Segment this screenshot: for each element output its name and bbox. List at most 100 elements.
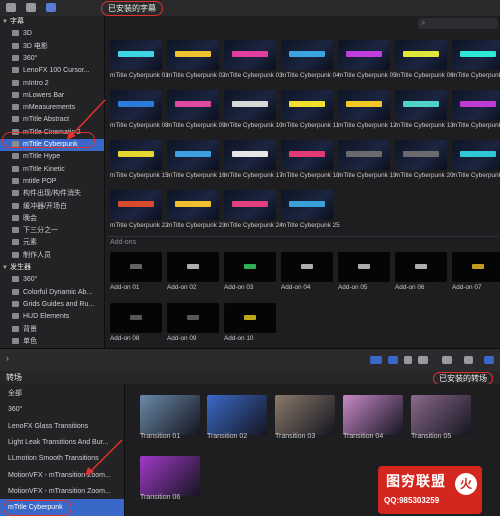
title-label: mTitle Cyberpunk 10 <box>224 122 283 129</box>
sidebar-item-label: 3D 电影 <box>23 42 48 50</box>
title-thumbnail[interactable] <box>395 140 447 170</box>
addon-thumbnail[interactable] <box>281 252 333 282</box>
title-icon <box>12 177 19 184</box>
title-thumbnail[interactable] <box>224 190 276 220</box>
addon-thumbnail[interactable] <box>224 252 276 282</box>
sidebar-category-titles[interactable]: ▼ 字幕 <box>0 16 104 28</box>
addon-thumbnail[interactable] <box>224 303 276 333</box>
sidebar-item[interactable]: mIntro 2 <box>0 78 104 90</box>
sidebar-item[interactable]: 360° <box>0 53 104 65</box>
title-thumbnail[interactable] <box>224 140 276 170</box>
addon-thumbnail[interactable] <box>395 252 447 282</box>
title-thumbnail[interactable] <box>281 40 333 70</box>
title-icon <box>12 239 19 246</box>
headphones-icon[interactable] <box>404 356 412 364</box>
title-icon <box>12 165 19 172</box>
addon-thumbnail[interactable] <box>167 303 219 333</box>
title-icon <box>12 227 19 234</box>
search-input[interactable]: ⌕ <box>418 18 498 29</box>
installed-titles-dropdown[interactable]: 已安装的字幕 <box>101 1 163 16</box>
title-thumbnail[interactable] <box>224 40 276 70</box>
addon-thumbnail[interactable] <box>338 252 390 282</box>
transition-thumbnail[interactable] <box>207 395 267 435</box>
sidebar-item[interactable]: 单色 <box>0 336 104 348</box>
clip-appearance-icon[interactable] <box>442 356 452 364</box>
sidebar-item-label: mTitle Hype <box>23 153 61 161</box>
transition-thumbnail[interactable] <box>275 395 335 435</box>
title-thumbnail[interactable] <box>224 90 276 120</box>
transition-category-item[interactable]: 全部 <box>8 385 124 402</box>
transition-thumbnail[interactable] <box>140 456 200 496</box>
disclosure-triangle-icon[interactable]: ▼ <box>2 16 8 28</box>
sidebar-item[interactable]: LenoFX 100 Cursor... <box>0 65 104 77</box>
sidebar-item[interactable]: 下三分之一 <box>0 225 104 237</box>
title-thumbnail[interactable] <box>167 140 219 170</box>
title-thumbnail[interactable] <box>110 140 162 170</box>
transitions-browser-icon[interactable] <box>484 356 494 364</box>
title-thumbnail[interactable] <box>338 140 390 170</box>
addon-graphic <box>187 315 199 320</box>
sidebar-category-generators[interactable]: ▼ 发生器 <box>0 262 104 274</box>
media-browser-icon[interactable] <box>6 3 16 12</box>
search-icon: ⌕ <box>421 18 426 27</box>
sidebar-item[interactable]: mtitle POP <box>0 176 104 188</box>
title-thumbnail[interactable] <box>281 140 333 170</box>
titles-generators-icon[interactable] <box>46 3 56 12</box>
title-thumbnail[interactable] <box>452 90 500 120</box>
transition-thumbnail[interactable] <box>140 395 200 435</box>
transition-category-item[interactable]: MotionVFX - mTransition Zoom... <box>8 483 124 500</box>
sidebar-item[interactable]: 缓冲器/开场白 <box>0 201 104 213</box>
title-thumbnail[interactable] <box>395 90 447 120</box>
title-text-graphic <box>118 51 154 57</box>
title-thumbnail[interactable] <box>452 140 500 170</box>
sidebar-item[interactable]: 元素 <box>0 237 104 249</box>
sidebar-item[interactable]: 3D <box>0 28 104 40</box>
title-thumbnail[interactable] <box>110 90 162 120</box>
sidebar-item[interactable]: Grids Guides and Ru... <box>0 299 104 311</box>
title-text-graphic <box>289 101 325 107</box>
title-thumbnail[interactable] <box>281 90 333 120</box>
title-thumbnail[interactable] <box>167 190 219 220</box>
skimming-icon[interactable] <box>388 356 398 364</box>
title-icon <box>12 91 19 98</box>
disclosure-triangle-icon[interactable]: ▼ <box>2 262 8 274</box>
title-label: mTitle Cyberpunk 06 <box>395 72 454 79</box>
sidebar-item[interactable]: 制作人员 <box>0 250 104 262</box>
title-thumbnail[interactable] <box>452 40 500 70</box>
title-thumbnail[interactable] <box>110 40 162 70</box>
title-thumbnail[interactable] <box>110 190 162 220</box>
photos-icon[interactable] <box>26 3 36 12</box>
effects-icon[interactable] <box>464 356 473 364</box>
transition-category-item[interactable]: LenoFX Glass Transitions <box>8 418 124 435</box>
sidebar-item-label: Colorful Dynamic Ab... <box>23 288 93 296</box>
addon-thumbnail[interactable] <box>110 252 162 282</box>
title-thumbnail[interactable] <box>338 90 390 120</box>
title-thumbnail[interactable] <box>167 90 219 120</box>
addon-thumbnail[interactable] <box>110 303 162 333</box>
audio-waveform-icon[interactable] <box>370 356 382 364</box>
sidebar-item[interactable]: 360° <box>0 274 104 286</box>
sidebar-item[interactable]: 晚会 <box>0 213 104 225</box>
addon-thumbnail[interactable] <box>452 252 500 282</box>
transition-thumbnail[interactable] <box>343 395 403 435</box>
title-thumbnail[interactable] <box>281 190 333 220</box>
sidebar-item[interactable]: 3D 电影 <box>0 41 104 53</box>
addon-thumbnail[interactable] <box>167 252 219 282</box>
sidebar-item[interactable]: 背景 <box>0 324 104 336</box>
title-thumbnail[interactable] <box>338 40 390 70</box>
transition-label: Transition 05 <box>411 433 452 440</box>
sidebar-item-label: 缓冲器/开场白 <box>23 202 67 210</box>
sidebar-item[interactable]: Colorful Dynamic Ab... <box>0 287 104 299</box>
snapping-icon[interactable] <box>418 356 428 364</box>
chevron-right-icon[interactable]: › <box>6 353 9 363</box>
sidebar-item[interactable]: 构件出现/构件消失 <box>0 188 104 200</box>
sidebar-item[interactable]: mTitle Hype <box>0 151 104 163</box>
transitions-header: 转场 <box>0 371 500 384</box>
title-thumbnail[interactable] <box>395 40 447 70</box>
addon-graphic <box>244 264 256 269</box>
sidebar-item[interactable]: HUD Elements <box>0 311 104 323</box>
sidebar-item[interactable]: mTitle Kinetic <box>0 164 104 176</box>
transition-thumbnail[interactable] <box>411 395 471 435</box>
title-thumbnail[interactable] <box>167 40 219 70</box>
transition-category-item[interactable]: 360° <box>8 401 124 418</box>
